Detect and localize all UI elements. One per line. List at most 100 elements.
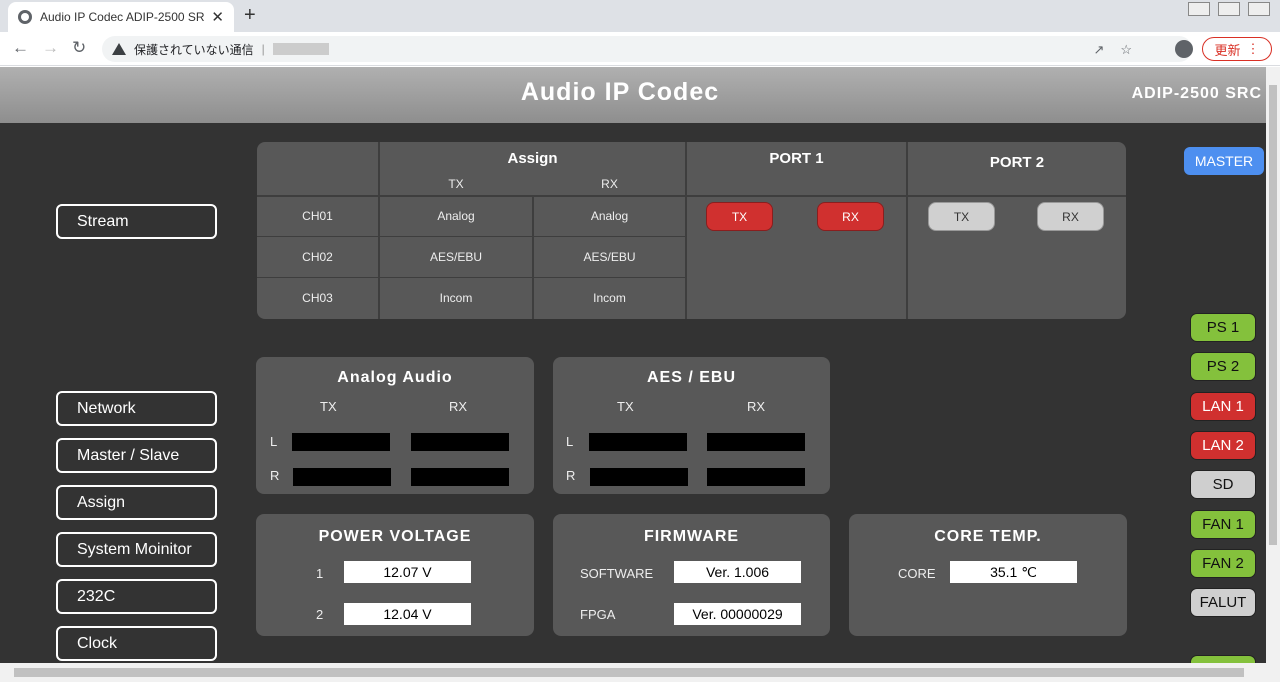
update-button[interactable]: 更新 ⋮	[1202, 37, 1272, 61]
fpga-version: Ver. 00000029	[674, 603, 801, 625]
divider	[257, 277, 685, 278]
ch03-tx[interactable]: Incom	[380, 291, 532, 305]
browser-tab[interactable]: Audio IP Codec ADIP-2500 SRC ✕	[8, 2, 234, 32]
aes-l-label: L	[566, 434, 574, 449]
analog-l-label: L	[270, 434, 278, 449]
core-temp-title: CORE TEMP.	[934, 528, 1042, 545]
horizontal-scrollbar[interactable]	[0, 663, 1280, 682]
power-voltage-panel: POWER VOLTAGE 1 12.07 V 2 12.04 V	[256, 514, 534, 636]
address-actions: ↗ ☆	[1093, 42, 1132, 58]
redacted-url	[272, 43, 329, 55]
assign-title: Assign	[507, 150, 558, 167]
status-sd: SD	[1190, 470, 1256, 499]
port1-title: PORT 1	[769, 150, 824, 167]
analog-tx-l-meter	[292, 433, 390, 451]
ch02-tx[interactable]: AES/EBU	[380, 250, 532, 264]
aes-ebu-title: AES / EBU	[646, 369, 736, 386]
power-1-value: 12.07 V	[344, 561, 471, 583]
analog-rx-r-meter	[411, 468, 509, 486]
status-fault: FALUT	[1190, 588, 1256, 617]
share-icon[interactable]: ↗	[1093, 42, 1104, 58]
port2-tx-button[interactable]: TX	[928, 202, 995, 231]
ch01-rx[interactable]: Analog	[534, 209, 685, 223]
horizontal-scroll-thumb[interactable]	[14, 668, 1244, 677]
back-arrow-icon[interactable]: ←	[12, 38, 29, 58]
analog-audio-panel: Analog Audio TX RX L R	[256, 357, 534, 494]
status-lan1: LAN 1	[1190, 392, 1256, 421]
minimize-icon[interactable]	[1188, 2, 1210, 16]
address-separator: |	[261, 42, 265, 56]
core-temp-value: 35.1 ℃	[950, 561, 1077, 583]
ch03-rx[interactable]: Incom	[534, 291, 685, 305]
core-label: CORE	[898, 566, 936, 581]
security-status: 保護されていない通信	[134, 42, 254, 57]
nav-assign-button[interactable]: Assign	[56, 485, 217, 520]
nav-stream-button[interactable]: Stream	[56, 204, 217, 239]
status-ps2: PS 2	[1190, 352, 1256, 381]
ch01-tx[interactable]: Analog	[380, 209, 532, 223]
analog-rx-l-meter	[411, 433, 509, 451]
power-voltage-title: POWER VOLTAGE	[318, 528, 472, 545]
analog-tx-r-meter	[293, 468, 391, 486]
aes-rx-r-meter	[707, 468, 805, 486]
nav-system-monitor-button[interactable]: System Moinitor	[56, 532, 217, 567]
vertical-scroll-thumb[interactable]	[1269, 85, 1277, 545]
warning-icon	[112, 43, 126, 55]
page-content: Audio IP Codec ADIP-2500 SRC Stream Netw…	[0, 67, 1266, 663]
close-window-icon[interactable]	[1248, 2, 1270, 16]
port1-tx-button[interactable]: TX	[706, 202, 773, 231]
address-bar[interactable]: 保護されていない通信 | ↗ ☆	[102, 36, 1192, 62]
firmware-title: FIRMWARE	[643, 528, 740, 545]
fpga-label: FPGA	[580, 607, 616, 622]
page-header: Audio IP Codec ADIP-2500 SRC	[0, 67, 1266, 123]
restore-icon[interactable]	[1218, 2, 1240, 16]
forward-arrow-icon[interactable]: →	[42, 38, 59, 58]
menu-dots-icon: ⋮	[1246, 41, 1260, 56]
globe-icon	[18, 10, 32, 24]
analog-audio-title: Analog Audio	[337, 369, 453, 386]
core-temp-panel: CORE TEMP. CORE 35.1 ℃	[849, 514, 1127, 636]
tab-title: Audio IP Codec ADIP-2500 SRC	[40, 10, 206, 24]
vertical-scrollbar[interactable]	[1266, 67, 1280, 663]
assign-panel: Assign TX RX PORT 1 PORT 2 CH01 Analog A…	[257, 142, 1126, 319]
browser-toolbar: ← → ↻ 保護されていない通信 | ↗ ☆ 更新 ⋮	[0, 32, 1280, 66]
reload-icon[interactable]: ↻	[72, 38, 86, 58]
software-version: Ver. 1.006	[674, 561, 801, 583]
aes-rx-l-meter	[707, 433, 805, 451]
status-lan2: LAN 2	[1190, 431, 1256, 460]
analog-rx-label: RX	[449, 399, 468, 414]
power-1-label: 1	[316, 566, 324, 581]
window-controls	[1188, 0, 1270, 16]
nav-clock-button[interactable]: Clock	[56, 626, 217, 661]
analog-r-label: R	[270, 468, 280, 483]
master-badge: MASTER	[1184, 147, 1264, 175]
power-2-value: 12.04 V	[344, 603, 471, 625]
update-label: 更新	[1214, 42, 1241, 58]
bookmark-star-icon[interactable]: ☆	[1120, 42, 1132, 58]
nav-232c-button[interactable]: 232C	[56, 579, 217, 614]
ch02-label: CH02	[302, 250, 333, 264]
nav-master-slave-button[interactable]: Master / Slave	[56, 438, 217, 473]
port2-title: PORT 2	[989, 154, 1045, 171]
app-title: Audio IP Codec	[520, 78, 720, 106]
status-ps1: PS 1	[1190, 313, 1256, 342]
profile-avatar-icon[interactable]	[1175, 40, 1193, 58]
firmware-panel: FIRMWARE SOFTWARE Ver. 1.006 FPGA Ver. 0…	[553, 514, 830, 636]
port1-rx-button[interactable]: RX	[817, 202, 884, 231]
ch02-rx[interactable]: AES/EBU	[534, 250, 685, 264]
aes-tx-r-meter	[590, 468, 688, 486]
divider	[257, 236, 685, 237]
aes-tx-l-meter	[589, 433, 687, 451]
close-tab-icon[interactable]: ✕	[211, 8, 224, 26]
new-tab-button[interactable]: +	[244, 4, 256, 27]
aes-ebu-panel: AES / EBU TX RX L R	[553, 357, 830, 494]
model-name: ADIP-2500 SRC	[1131, 85, 1262, 102]
status-fan1: FAN 1	[1190, 510, 1256, 539]
assign-tx-header: TX	[448, 177, 464, 191]
browser-tabbar: Audio IP Codec ADIP-2500 SRC ✕ +	[0, 0, 1280, 32]
aes-tx-label: TX	[617, 399, 634, 414]
software-label: SOFTWARE	[580, 566, 654, 581]
port2-rx-button[interactable]: RX	[1037, 202, 1104, 231]
nav-network-button[interactable]: Network	[56, 391, 217, 426]
ch03-label: CH03	[302, 291, 333, 305]
